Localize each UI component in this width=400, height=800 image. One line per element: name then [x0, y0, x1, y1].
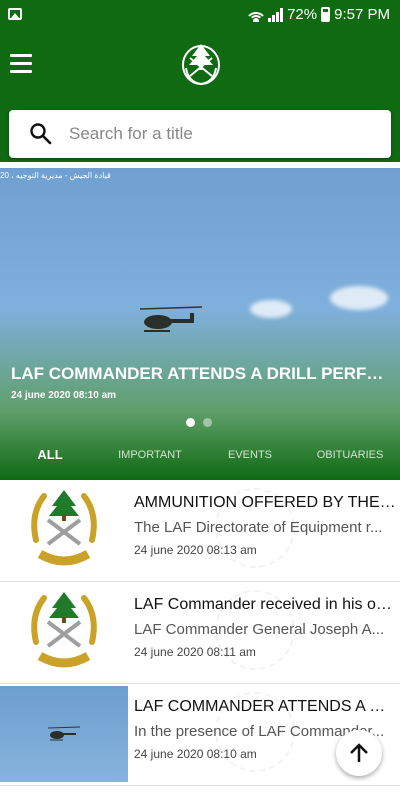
wifi-icon: [248, 8, 265, 22]
app-bar: [0, 32, 400, 162]
featured-date: 24 june 2020 08:10 am: [11, 390, 117, 401]
article-date: 24 june 2020 08:13 am: [134, 543, 257, 557]
helicopter-image: [47, 726, 81, 741]
slider-dot-active[interactable]: [186, 418, 195, 427]
helicopter-image: [139, 306, 203, 332]
image-caption-overlay: قيادة الجيش - مديرية التوجيه ، 20: [0, 171, 111, 180]
category-tabs: ALL IMPORTANT EVENTS OBITUARIES: [0, 436, 400, 480]
article-thumbnail: [0, 584, 128, 680]
search-input[interactable]: [69, 110, 379, 158]
tab-all[interactable]: ALL: [0, 436, 100, 480]
list-item[interactable]: AMMUNITION OFFERED BY THE TU... The LAF …: [0, 480, 400, 582]
featured-title[interactable]: LAF COMMANDER ATTENDS A DRILL PERFOR...: [11, 364, 396, 384]
slider-indicator: [186, 418, 212, 427]
gallery-notification-icon: [8, 8, 22, 20]
battery-icon: [321, 7, 331, 22]
slider-dot[interactable]: [203, 418, 212, 427]
search-icon: [30, 123, 52, 145]
article-summary: The LAF Directorate of Equipment r...: [134, 519, 383, 536]
tab-important[interactable]: IMPORTANT: [100, 436, 200, 480]
article-summary: LAF Commander General Joseph A...: [134, 621, 385, 638]
cloud: [250, 300, 292, 318]
status-bar: 72% 9:57 PM: [0, 0, 400, 32]
signal-icon: [268, 7, 284, 22]
article-date: 24 june 2020 08:11 am: [134, 645, 256, 659]
battery-percent: 72%: [287, 6, 318, 23]
article-title[interactable]: LAF COMMANDER ATTENDS A DRI...: [134, 698, 396, 716]
article-thumbnail: [0, 686, 128, 782]
search-bar[interactable]: [9, 110, 391, 158]
army-logo-icon: [182, 44, 220, 86]
tab-events[interactable]: EVENTS: [200, 436, 300, 480]
tab-obituaries[interactable]: OBITUARIES: [300, 436, 400, 480]
cloud: [330, 286, 388, 310]
list-item[interactable]: LAF Commander received in his offi... LA…: [0, 582, 400, 684]
arrow-up-icon: [350, 743, 368, 762]
army-emblem-icon: [31, 490, 97, 566]
article-title[interactable]: AMMUNITION OFFERED BY THE TU...: [134, 494, 396, 512]
menu-icon[interactable]: [10, 54, 34, 74]
army-emblem-icon: [31, 592, 97, 668]
list-item[interactable]: LAF COMMANDER ATTENDS A DRI... In the pr…: [0, 684, 400, 786]
article-title[interactable]: LAF Commander received in his offi...: [134, 596, 396, 614]
featured-slider[interactable]: قيادة الجيش - مديرية التوجيه ، 20 LAF CO…: [0, 168, 400, 480]
article-thumbnail: [0, 482, 128, 578]
scroll-to-top-button[interactable]: [336, 730, 382, 776]
clock: 9:57 PM: [334, 6, 390, 23]
